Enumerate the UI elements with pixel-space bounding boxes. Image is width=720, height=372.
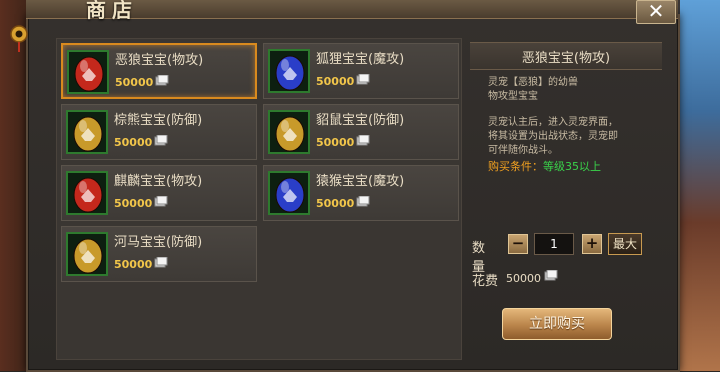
detail-usage: 灵宠认主后，进入灵宠界面， 将其设置为出战状态，灵宠即 可伴随你战斗。: [488, 116, 648, 158]
item-list: 恶狼宝宝(物攻) 50000 狐狸宝宝(魔攻) 50000 棕熊宝宝(防御) 50000 貂…: [56, 38, 462, 360]
buy-now-button[interactable]: 立即购买: [502, 308, 612, 340]
max-quantity-button[interactable]: 最大: [608, 233, 642, 255]
lantern-icon: [10, 25, 28, 52]
item-name: 河马宝宝(防御): [114, 235, 203, 250]
desc-line: 物攻型宝宝: [488, 91, 538, 102]
desc-line: 灵宠认主后，进入灵宠界面，: [488, 117, 618, 128]
egg-slot: [66, 232, 108, 276]
pet-egg-icon: [275, 116, 305, 152]
item-name: 猿猴宝宝(魔攻): [316, 174, 405, 189]
desc-line: 可伴随你战斗。: [488, 145, 558, 156]
detail-title: 恶狼宝宝(物攻): [521, 51, 611, 66]
quantity-input[interactable]: [534, 233, 574, 255]
shop-title: 商店: [86, 0, 138, 22]
shop-item-card[interactable]: 棕熊宝宝(防御) 50000: [61, 104, 257, 160]
shop-title-bar: 商店: [26, 0, 678, 22]
shop-item-card[interactable]: 恶狼宝宝(物攻) 50000: [61, 43, 257, 99]
cost-label: 花费: [472, 274, 499, 289]
silver-coin-icon: [155, 75, 169, 86]
cost-value: 50000: [506, 272, 541, 285]
silver-coin-icon: [154, 196, 168, 207]
detail-description: 灵宠【恶狼】的幼兽 物攻型宝宝: [488, 76, 648, 104]
item-name: 麒麟宝宝(物攻): [114, 174, 203, 189]
buy-condition-label: 购买条件：: [488, 160, 543, 173]
item-name: 貂鼠宝宝(防御): [316, 113, 405, 128]
egg-slot: [268, 110, 310, 154]
buy-condition: 购买条件：等级35以上: [488, 158, 601, 174]
silver-coin-icon: [356, 135, 370, 146]
close-button[interactable]: ✕: [636, 0, 676, 24]
item-price: 50000: [114, 258, 153, 271]
item-detail-panel: 恶狼宝宝(物攻) 灵宠【恶狼】的幼兽 物攻型宝宝 灵宠认主后，进入灵宠界面， 将…: [470, 38, 662, 358]
silver-coin-icon: [544, 270, 558, 281]
item-price: 50000: [316, 136, 355, 149]
item-name: 恶狼宝宝(物攻): [115, 53, 204, 68]
egg-slot: [268, 49, 310, 93]
pet-egg-icon: [73, 238, 103, 274]
silver-coin-icon: [356, 74, 370, 85]
shop-item-card[interactable]: 猿猴宝宝(魔攻) 50000: [263, 165, 459, 221]
egg-slot: [268, 171, 310, 215]
shop-item-card[interactable]: 貂鼠宝宝(防御) 50000: [263, 104, 459, 160]
desc-line: 灵宠【恶狼】的幼兽: [488, 77, 578, 88]
item-price: 50000: [115, 76, 154, 89]
detail-header: 恶狼宝宝(物攻): [470, 42, 662, 70]
item-name: 狐狸宝宝(魔攻): [316, 52, 405, 67]
item-price: 50000: [316, 75, 355, 88]
pet-egg-icon: [275, 55, 305, 91]
scene-right-edge: [680, 0, 720, 371]
pet-egg-icon: [275, 177, 305, 213]
egg-slot: [67, 50, 109, 94]
pet-egg-icon: [73, 116, 103, 152]
close-icon: ✕: [647, 0, 665, 23]
decrease-quantity-button[interactable]: −: [508, 234, 528, 254]
silver-coin-icon: [154, 257, 168, 268]
increase-quantity-button[interactable]: +: [582, 234, 602, 254]
egg-slot: [66, 110, 108, 154]
pet-egg-icon: [73, 177, 103, 213]
buy-condition-value: 等级35以上: [543, 160, 601, 173]
pet-egg-icon: [74, 56, 104, 92]
shop-item-card[interactable]: 狐狸宝宝(魔攻) 50000: [263, 43, 459, 99]
egg-slot: [66, 171, 108, 215]
item-price: 50000: [114, 136, 153, 149]
item-price: 50000: [316, 197, 355, 210]
silver-coin-icon: [154, 135, 168, 146]
shop-item-card[interactable]: 麒麟宝宝(物攻) 50000: [61, 165, 257, 221]
desc-line: 将其设置为出战状态，灵宠即: [488, 131, 618, 142]
item-name: 棕熊宝宝(防御): [114, 113, 203, 128]
shop-item-card[interactable]: 河马宝宝(防御) 50000: [61, 226, 257, 282]
item-price: 50000: [114, 197, 153, 210]
silver-coin-icon: [356, 196, 370, 207]
